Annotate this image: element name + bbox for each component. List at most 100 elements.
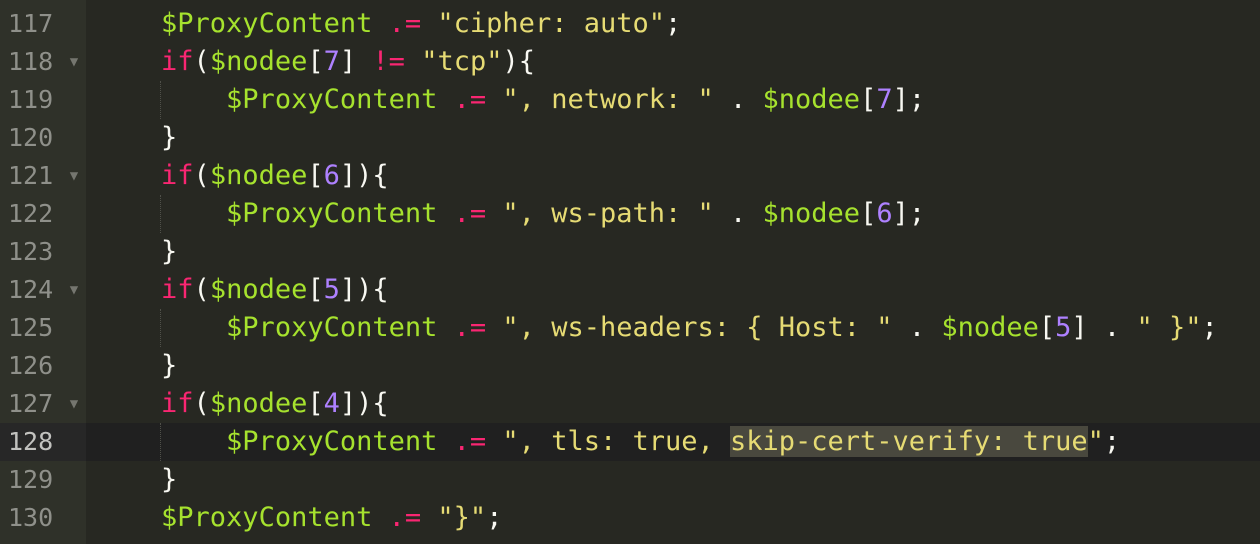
code-token: $nodee xyxy=(762,198,861,229)
triangle-down-icon[interactable]: ▼ xyxy=(66,43,82,81)
code-line[interactable]: 123 } xyxy=(0,233,1260,271)
code-line[interactable]: 130 $ProxyContent .= "}"; xyxy=(0,499,1260,537)
code-line[interactable]: 122 $ProxyContent .= ", ws-path: " . $no… xyxy=(0,195,1260,233)
code-token: ; xyxy=(486,502,503,533)
code-line[interactable]: 125 $ProxyContent .= ", ws-headers: { Ho… xyxy=(0,309,1260,347)
line-number: 129 xyxy=(8,465,54,494)
line-number: 123 xyxy=(8,237,54,266)
code-token: ", network: " xyxy=(502,84,714,115)
code-token: ]){ xyxy=(339,388,389,419)
code-token: ( xyxy=(193,160,210,191)
code-text[interactable]: $ProxyContent .= ", ws-path: " . $nodee[… xyxy=(96,195,925,233)
code-token: "cipher: auto" xyxy=(437,8,665,39)
code-line[interactable]: 117 $ProxyContent .= "cipher: auto"; xyxy=(0,5,1260,43)
line-number: 117 xyxy=(8,9,54,38)
code-token: . xyxy=(892,312,942,343)
code-token: 7 xyxy=(323,46,340,77)
code-text[interactable]: if($nodee[4]){ xyxy=(96,385,389,423)
code-token: if xyxy=(161,46,194,77)
code-token: $nodee xyxy=(209,274,308,305)
line-number: 119 xyxy=(8,85,54,114)
code-token: 6 xyxy=(323,160,340,191)
code-token: $ProxyContent xyxy=(226,312,438,343)
code-token: ( xyxy=(193,274,210,305)
code-token: ", ws-path: " xyxy=(502,198,714,229)
code-token: .= xyxy=(388,8,422,39)
code-line[interactable]: 126 } xyxy=(0,347,1260,385)
code-token: ; xyxy=(1201,312,1218,343)
code-line[interactable]: 121 ▼ if($nodee[6]){ xyxy=(0,157,1260,195)
code-line[interactable]: 128 $ProxyContent .= ", tls: true, skip-… xyxy=(0,423,1260,461)
code-line[interactable]: 124 ▼ if($nodee[5]){ xyxy=(0,271,1260,309)
code-token: $nodee xyxy=(209,388,308,419)
code-text[interactable]: } xyxy=(96,119,177,157)
triangle-down-icon[interactable]: ▼ xyxy=(66,385,82,423)
code-token: $ProxyContent xyxy=(226,84,438,115)
code-token: ; xyxy=(664,8,682,39)
code-token: ] xyxy=(339,46,373,77)
code-text[interactable]: } xyxy=(96,347,177,385)
code-token: 4 xyxy=(323,388,340,419)
code-token: ){ xyxy=(502,46,535,77)
triangle-down-icon[interactable]: ▼ xyxy=(66,271,82,309)
code-token: $nodee xyxy=(209,46,308,77)
code-token: 7 xyxy=(876,84,893,115)
code-line[interactable]: 127 ▼ if($nodee[4]){ xyxy=(0,385,1260,423)
code-token: .= xyxy=(453,84,487,115)
code-token: 6 xyxy=(876,198,893,229)
code-line[interactable]: 120 } xyxy=(0,119,1260,157)
code-text[interactable]: $ProxyContent .= ", tls: true, skip-cert… xyxy=(96,423,1120,461)
line-number: 130 xyxy=(8,503,54,532)
code-text[interactable]: $ProxyContent .= ", ws-headers: { Host: … xyxy=(96,309,1218,347)
code-text[interactable]: if($nodee[7] != "tcp"){ xyxy=(96,43,535,81)
code-token: if xyxy=(161,160,194,191)
code-token: } xyxy=(96,122,178,153)
code-text[interactable]: if($nodee[5]){ xyxy=(96,271,389,309)
code-token: != xyxy=(372,46,405,77)
line-number: 125 xyxy=(8,313,54,342)
code-text[interactable]: $ProxyContent .= ", network: " . $nodee[… xyxy=(96,81,925,119)
code-token: } xyxy=(96,464,178,495)
code-token: 5 xyxy=(1055,312,1072,343)
code-token: ]; xyxy=(892,198,926,229)
code-text[interactable]: } xyxy=(96,461,177,499)
code-token: " }" xyxy=(1136,312,1202,343)
triangle-down-icon[interactable]: ▼ xyxy=(66,157,82,195)
code-text[interactable]: if($nodee[6]){ xyxy=(96,157,389,195)
code-token: skip-cert-verify: true xyxy=(730,426,1088,457)
code-token: ]){ xyxy=(339,160,389,191)
code-token: "tcp" xyxy=(421,46,503,77)
code-line[interactable]: 118 ▼ if($nodee[7] != "tcp"){ xyxy=(0,43,1260,81)
code-text[interactable]: } xyxy=(96,233,177,271)
code-token: } xyxy=(96,350,178,381)
code-token: " xyxy=(1087,426,1104,457)
code-token: [ xyxy=(307,46,324,77)
code-token: .= xyxy=(453,312,487,343)
code-line[interactable]: 119 $ProxyContent .= ", network: " . $no… xyxy=(0,81,1260,119)
code-text[interactable]: $ProxyContent .= "}"; xyxy=(96,499,502,537)
code-token: $ProxyContent xyxy=(226,198,438,229)
code-token: $ProxyContent xyxy=(161,8,373,39)
code-line[interactable]: 129 } xyxy=(0,461,1260,499)
code-text[interactable]: $ProxyContent .= "cipher: auto"; xyxy=(96,5,681,43)
code-token: $ProxyContent xyxy=(226,426,438,457)
code-token: [ xyxy=(860,84,877,115)
code-editor[interactable]: 117 $ProxyContent .= "cipher: auto"; 118 ▼… xyxy=(0,0,1260,544)
